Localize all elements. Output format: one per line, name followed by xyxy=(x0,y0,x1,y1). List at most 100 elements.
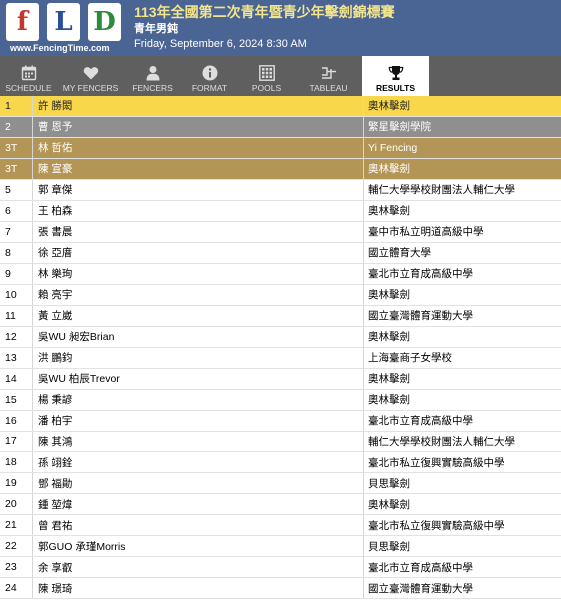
fencer-name[interactable]: 郭 章傑 xyxy=(33,179,364,200)
fencer-name[interactable]: 潘 柏宇 xyxy=(33,410,364,431)
place-cell: 6 xyxy=(0,200,33,221)
result-row[interactable]: 13 洪 鵬鈞 上海臺商子女學校 xyxy=(0,347,561,369)
club-name[interactable]: 奧林擊劍 xyxy=(364,369,561,389)
fencingtime-logo[interactable]: f L D www.FencingTime.com xyxy=(6,3,122,53)
place-cell: 24 xyxy=(0,578,33,599)
logo-letter-d: D xyxy=(88,3,121,41)
place-cell: 7 xyxy=(0,221,33,242)
place-cell: 13 xyxy=(0,347,33,368)
tab-results[interactable]: RESULTS xyxy=(362,56,429,96)
fencer-name[interactable]: 余 享叡 xyxy=(33,557,364,578)
result-row[interactable]: 21 曾 君祐 臺北市私立復興實驗高級中學 xyxy=(0,515,561,537)
fencer-name[interactable]: 鍾 堃煒 xyxy=(33,494,364,515)
result-row[interactable]: 7張 書晨 臺中市私立明道高級中學 xyxy=(0,221,561,243)
fencer-name[interactable]: 孫 翊銓 xyxy=(33,452,364,473)
fencer-name[interactable]: 許 勝閎 xyxy=(33,96,364,116)
fencer-name[interactable]: 徐 亞庴 xyxy=(33,242,364,263)
tab-tableau-label: TABLEAU xyxy=(309,83,348,93)
fencer-name[interactable]: 吳WU 柏辰Trevor xyxy=(33,368,364,389)
result-row[interactable]: 19 鄧 福勛 貝思擊劍 xyxy=(0,473,561,495)
result-row[interactable]: 5郭 章傑 輔仁大學學校財團法人輔仁大學 xyxy=(0,179,561,201)
heart-icon xyxy=(83,67,98,80)
club-name[interactable]: 國立臺灣體育運動大學 xyxy=(364,578,561,598)
result-row[interactable]: 10 賴 亮宇 奧林擊劍 xyxy=(0,284,561,306)
result-row[interactable]: 23 余 享叡 臺北市立育成高級中學 xyxy=(0,557,561,579)
club-name[interactable]: 輔仁大學學校財團法人輔仁大學 xyxy=(364,180,561,200)
result-row[interactable]: 18 孫 翊銓 臺北市私立復興實驗高級中學 xyxy=(0,452,561,474)
results-table: 1許 勝閎 奧林擊劍 2 曹 恩予 繁星擊劍學院 3T 林 哲佑 Yi Fencing 3T 陳 … xyxy=(0,96,561,600)
result-row[interactable]: 6王 柏森 奧林擊劍 xyxy=(0,200,561,222)
bracket-icon xyxy=(321,67,336,79)
site-url[interactable]: www.FencingTime.com xyxy=(10,43,110,53)
result-row[interactable]: 1許 勝閎 奧林擊劍 xyxy=(0,96,561,117)
club-name[interactable]: 臺北市立育成高級中學 xyxy=(364,557,561,577)
fencer-name[interactable]: 張 書晨 xyxy=(33,221,364,242)
club-name[interactable]: 臺北市立育成高級中學 xyxy=(364,411,561,431)
club-name[interactable]: 國立體育大學 xyxy=(364,243,561,263)
fencer-name[interactable]: 林 樂珣 xyxy=(33,263,364,284)
club-name[interactable]: 奧林擊劍 xyxy=(364,159,561,179)
club-name[interactable]: 奧林擊劍 xyxy=(364,96,561,116)
club-name[interactable]: 臺北市私立復興實驗高級中學 xyxy=(364,452,561,472)
fencer-name[interactable]: 陳 其鴻 xyxy=(33,431,364,452)
club-name[interactable]: 臺北市立育成高級中學 xyxy=(364,264,561,284)
club-name[interactable]: 奧林擊劍 xyxy=(364,494,561,514)
result-row[interactable]: 12 吳WU 昶宏Brian 奧林擊劍 xyxy=(0,326,561,348)
club-name[interactable]: 貝思擊劍 xyxy=(364,473,561,493)
place-cell: 3T xyxy=(0,158,33,179)
club-name[interactable]: 臺中市私立明道高級中學 xyxy=(364,222,561,242)
logo-letter-l: L xyxy=(47,3,80,41)
place-cell: 23 xyxy=(0,557,33,578)
fencer-name[interactable]: 洪 鵬鈞 xyxy=(33,347,364,368)
result-row[interactable]: 16 潘 柏宇 臺北市立育成高級中學 xyxy=(0,410,561,432)
fencer-name[interactable]: 楊 秉諺 xyxy=(33,389,364,410)
result-row[interactable]: 2曹 恩予 繁星擊劍學院 xyxy=(0,116,561,138)
club-name[interactable]: 繁星擊劍學院 xyxy=(364,117,561,137)
result-row[interactable]: 15 楊 秉諺 奧林擊劍 xyxy=(0,389,561,411)
result-row[interactable]: 22 郭GUO 承瑾Morris 貝思擊劍 xyxy=(0,536,561,558)
tab-my-fencers[interactable]: MY FENCERS xyxy=(57,56,124,96)
fencer-name[interactable]: 林 哲佑 xyxy=(33,137,364,158)
info-icon xyxy=(202,65,217,81)
result-row[interactable]: 11 黃 立崴 國立臺灣體育運動大學 xyxy=(0,305,561,327)
result-row[interactable]: 17 陳 其鴻 輔仁大學學校財團法人輔仁大學 xyxy=(0,431,561,453)
result-row[interactable]: 14 吳WU 柏辰Trevor 奧林擊劍 xyxy=(0,368,561,390)
place-cell: 20 xyxy=(0,494,33,515)
place-cell: 16 xyxy=(0,410,33,431)
fencer-name[interactable]: 陳 璟琦 xyxy=(33,578,364,599)
result-row[interactable]: 3T 陳 宣豪 奧林擊劍 xyxy=(0,158,561,180)
place-cell: 19 xyxy=(0,473,33,494)
club-name[interactable]: 臺北市私立復興實驗高級中學 xyxy=(364,515,561,535)
club-name[interactable]: 上海臺商子女學校 xyxy=(364,348,561,368)
fencer-name[interactable]: 陳 宣豪 xyxy=(33,158,364,179)
tab-format[interactable]: FORMAT xyxy=(181,56,238,96)
club-name[interactable]: 奧林擊劍 xyxy=(364,327,561,347)
fencer-name[interactable]: 賴 亮宇 xyxy=(33,284,364,305)
club-name[interactable]: 國立臺灣體育運動大學 xyxy=(364,306,561,326)
fencer-name[interactable]: 郭GUO 承瑾Morris xyxy=(33,536,364,557)
tab-schedule[interactable]: SCHEDULE xyxy=(0,56,57,96)
result-row[interactable]: 9林 樂珣 臺北市立育成高級中學 xyxy=(0,263,561,285)
fencer-name[interactable]: 曾 君祐 xyxy=(33,515,364,536)
tab-pools[interactable]: POOLS xyxy=(238,56,295,96)
result-row[interactable]: 24 陳 璟琦 國立臺灣體育運動大學 xyxy=(0,578,561,600)
fencer-name[interactable]: 王 柏森 xyxy=(33,200,364,221)
result-row[interactable]: 3T 林 哲佑 Yi Fencing xyxy=(0,137,561,159)
fencer-name[interactable]: 黃 立崴 xyxy=(33,305,364,326)
result-row[interactable]: 8徐 亞庴 國立體育大學 xyxy=(0,242,561,264)
club-name[interactable]: 奧林擊劍 xyxy=(364,201,561,221)
tab-fencers[interactable]: FENCERS xyxy=(124,56,181,96)
result-row[interactable]: 20 鍾 堃煒 奧林擊劍 xyxy=(0,494,561,516)
club-name[interactable]: 奧林擊劍 xyxy=(364,285,561,305)
fencer-name[interactable]: 吳WU 昶宏Brian xyxy=(33,326,364,347)
fencer-name[interactable]: 鄧 福勛 xyxy=(33,473,364,494)
trophy-icon xyxy=(388,66,403,80)
club-name[interactable]: 貝思擊劍 xyxy=(364,536,561,556)
club-name[interactable]: 奧林擊劍 xyxy=(364,390,561,410)
tab-tableau[interactable]: TABLEAU xyxy=(295,56,362,96)
place-cell: 15 xyxy=(0,389,33,410)
place-cell: 22 xyxy=(0,536,33,557)
fencer-name[interactable]: 曹 恩予 xyxy=(33,116,364,137)
club-name[interactable]: 輔仁大學學校財團法人輔仁大學 xyxy=(364,432,561,452)
club-name[interactable]: Yi Fencing xyxy=(364,138,561,158)
